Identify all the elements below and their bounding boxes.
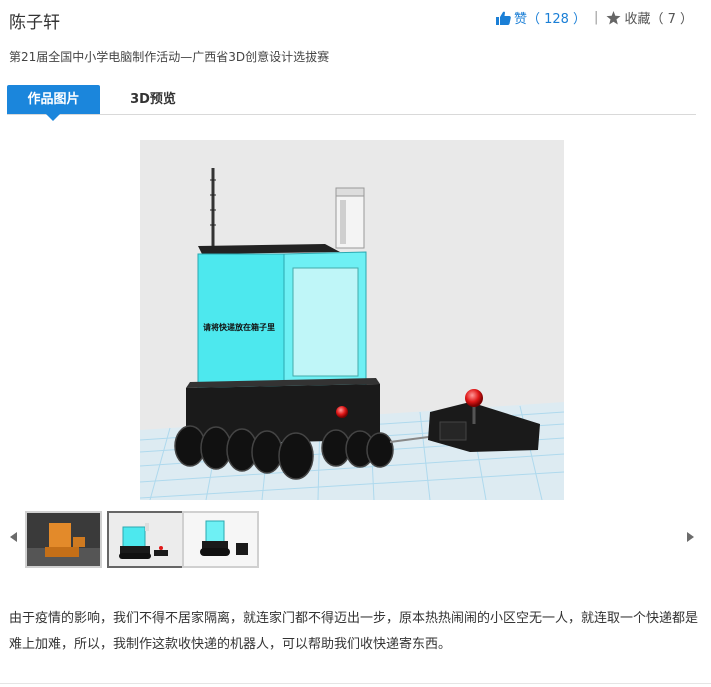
- divider: [0, 683, 711, 684]
- favorite-button[interactable]: 收藏 （ 7 ）: [606, 8, 693, 27]
- star-icon: [606, 10, 621, 24]
- box-label-text: 请将快递放在箱子里: [203, 322, 275, 332]
- gallery-thumbnail[interactable]: [182, 511, 259, 568]
- author-name: 陈子轩: [9, 13, 60, 33]
- robot-side-thumbnail: [184, 513, 257, 566]
- like-count: （ 128 ）: [526, 12, 587, 27]
- action-separator: |: [594, 10, 599, 25]
- header-actions: 赞 （ 128 ） | 收藏 （ 7 ）: [495, 8, 693, 27]
- tab-3d-preview[interactable]: 3D预览: [103, 85, 203, 114]
- work-description: 由于疫情的影响，我们不得不居家隔离，就连家门都不得迈出一步，原本热热闹闹的小区空…: [9, 611, 699, 652]
- gallery-prev-arrow-icon[interactable]: [10, 532, 17, 542]
- gallery-next-arrow-icon[interactable]: [687, 532, 694, 542]
- thumbs-up-icon: [495, 11, 511, 25]
- robot-render-illustration: 请将快递放在箱子里: [140, 168, 564, 500]
- tab-bar: 作品图片 3D预览: [7, 85, 696, 121]
- favorite-label: 收藏: [624, 12, 651, 27]
- like-button[interactable]: 赞 （ 128 ）: [495, 8, 587, 27]
- robot-front-thumbnail: [109, 513, 182, 566]
- main-work-image: 请将快递放在箱子里: [140, 140, 564, 500]
- orange-render-thumbnail: [27, 513, 100, 566]
- favorite-count: （ 7 ）: [650, 12, 693, 27]
- gallery-thumbnail[interactable]: [107, 511, 184, 568]
- competition-subtitle: 第21届全国中小学电脑制作活动—广西省3D创意设计选拔赛: [9, 50, 330, 64]
- gallery-thumbnail[interactable]: [25, 511, 102, 568]
- like-label: 赞: [513, 12, 527, 27]
- tab-work-images[interactable]: 作品图片: [7, 85, 100, 121]
